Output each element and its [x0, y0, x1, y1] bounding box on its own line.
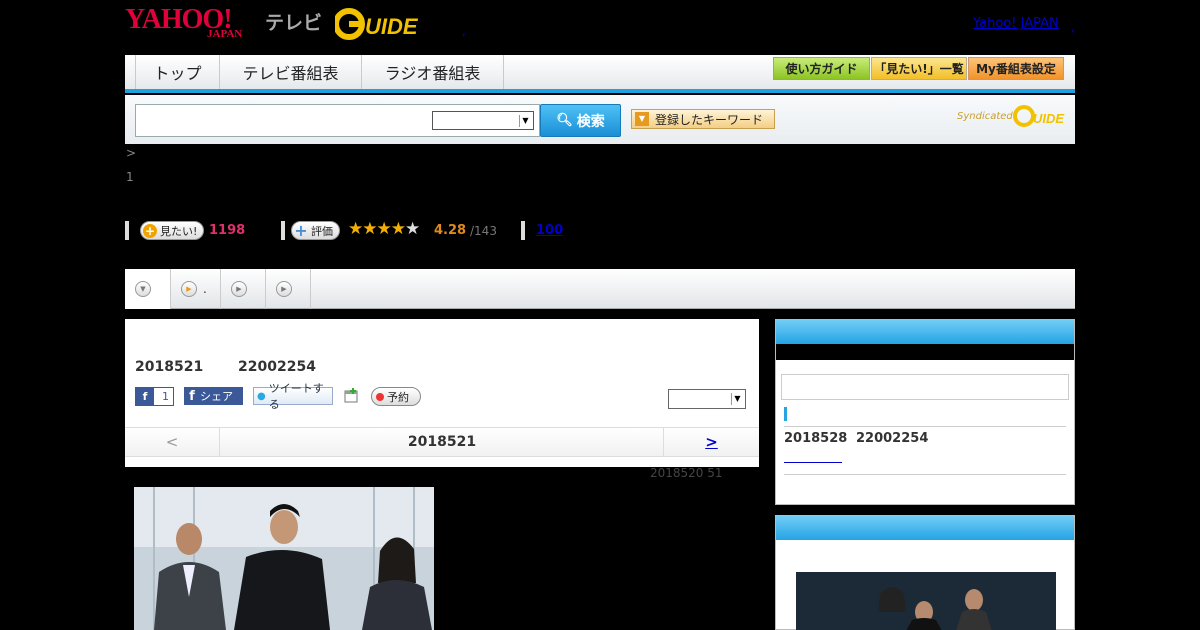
share-label: シェア [200, 390, 233, 403]
sidebar-accent-bar [784, 407, 787, 421]
rate-button[interactable]: + 評価 [291, 221, 340, 240]
facebook-icon: f [189, 388, 195, 404]
syndicated-label: Syndicated [957, 111, 1013, 122]
next-broadcast-panel: 2018528 22002254 [775, 319, 1075, 505]
page: YAHOO! JAPAN テレビ UIDE , Yahoo! JAPAN , ト… [0, 0, 1200, 630]
facebook-icon: f [136, 388, 154, 405]
tab-cast[interactable]: ▶ [221, 269, 266, 309]
play-icon: ▶ [231, 281, 247, 297]
nav-tab-tv-schedule[interactable]: テレビ番組表 [220, 55, 362, 89]
play-icon: ▶ [276, 281, 292, 297]
sidebar-subheader [776, 344, 1074, 360]
chevron-down-icon: ▼ [135, 281, 151, 297]
divider [784, 426, 1066, 427]
usage-guide-button[interactable]: 使い方ガイド [773, 57, 870, 80]
program-photo [134, 487, 434, 630]
saved-keywords-button[interactable]: ▼ 登録したキーワード [631, 109, 775, 129]
facebook-like-button[interactable]: f 1 [135, 387, 174, 406]
want-count: 1198 [209, 223, 246, 238]
want-button[interactable]: + 見たい! [140, 221, 205, 240]
reserve-label: 予約 [387, 390, 409, 404]
content-tabs: ▼ ▶ . ▶ ▶ [125, 269, 1075, 309]
day-navigation: < 2018521 > [125, 427, 759, 457]
facebook-share-button[interactable]: f シェア [184, 387, 243, 405]
search-bar: ▼ 🔍︎ 検索 ▼ 登録したキーワード Syndicated UIDE [125, 95, 1075, 144]
next-broadcast-link[interactable] [784, 454, 842, 463]
tab-reviews[interactable]: ▶ [266, 269, 311, 309]
nav-tab-radio-schedule[interactable]: ラジオ番組表 [362, 55, 504, 89]
tab-detail-label: . [203, 282, 207, 296]
site-header: YAHOO! JAPAN テレビ UIDE , Yahoo! JAPAN , [125, 0, 1075, 55]
star-filled-icon: ★★★★ [348, 219, 406, 239]
search-button-label: 検索 [576, 113, 605, 130]
related-panel [775, 515, 1075, 630]
breadcrumb-sub: 1 [126, 170, 134, 184]
tweet-label: ツイートする [268, 382, 324, 411]
gguide-small-logo: UIDE [1013, 105, 1064, 127]
want-list-button[interactable]: 「見たい!」一覧 [871, 57, 967, 80]
saved-keywords-label: 登録したキーワード [655, 112, 764, 127]
yahoo-japan-logo: JAPAN [207, 28, 243, 40]
program-panel: 2018521 22002254 f 1 f シェア ● ツイートする 予約 ▼… [125, 319, 759, 467]
gguide-logo[interactable]: UIDE [335, 8, 431, 40]
header-separator: , [462, 24, 466, 38]
header-dot: , [1071, 20, 1075, 34]
broadcast-time: 22002254 [238, 359, 316, 375]
search-button[interactable]: 🔍︎ 検索 [540, 104, 621, 137]
rating-stars: ★★★★★ [348, 219, 420, 239]
broadcast-date: 2018521 [135, 359, 204, 375]
svg-text:UIDE: UIDE [1033, 111, 1064, 126]
chevron-down-icon: ▼ [731, 393, 743, 405]
star-empty-icon: ★ [404, 219, 420, 239]
current-day: 2018521 [407, 434, 477, 450]
next-broadcast-time: 22002254 [856, 431, 929, 446]
next-day-link[interactable]: > [663, 428, 759, 456]
plus-icon: + [143, 223, 157, 238]
want-label: 見たい! [160, 224, 198, 238]
sidebar-header [776, 516, 1074, 540]
tv-label[interactable]: テレビ [265, 8, 322, 35]
main-nav: トップ テレビ番組表 ラジオ番組表 使い方ガイド 「見たい!」一覧 My番組表設… [125, 55, 1075, 93]
stat-divider [521, 221, 525, 240]
prev-day-button[interactable]: < [125, 428, 220, 456]
rate-label: 評価 [311, 224, 333, 238]
rating-count: /143 [470, 224, 497, 238]
next-broadcast-date: 2018528 [784, 431, 848, 446]
stat-divider [281, 221, 285, 240]
nav-tab-top[interactable]: トップ [135, 55, 220, 89]
tab-overview[interactable]: ▼ [125, 269, 171, 309]
tab-detail[interactable]: ▶ . [171, 269, 221, 309]
twitter-icon: ● [257, 390, 266, 402]
play-icon: ▶ [181, 281, 197, 297]
broadcast-select[interactable]: ▼ [668, 389, 746, 409]
tweet-button[interactable]: ● ツイートする [253, 382, 333, 411]
plus-icon: + [294, 220, 308, 240]
breadcrumb: > [126, 146, 137, 160]
stat-divider [125, 221, 129, 240]
search-category-select[interactable]: ▼ [432, 111, 534, 130]
reviews-link[interactable]: 100 [536, 223, 563, 238]
search-icon: 🔍︎ [556, 113, 573, 128]
chevron-down-icon: ▼ [635, 112, 649, 126]
sidebar-header [776, 320, 1074, 344]
chevron-down-icon: ▼ [519, 115, 531, 127]
reserve-button[interactable]: 予約 [371, 387, 421, 406]
updated-timestamp: 2018520 51 [650, 466, 723, 480]
record-icon [376, 392, 384, 401]
yahoo-japan-link[interactable]: Yahoo! JAPAN [973, 16, 1059, 31]
rating-value: 4.28 [434, 223, 467, 238]
svg-text:UIDE: UIDE [365, 14, 419, 39]
related-photo [796, 562, 1056, 630]
my-schedule-button[interactable]: My番組表設定 [968, 57, 1064, 80]
divider [784, 474, 1066, 475]
sidebar-box [781, 374, 1069, 400]
calendar-add-icon[interactable] [344, 388, 359, 403]
facebook-like-count: 1 [162, 390, 169, 403]
